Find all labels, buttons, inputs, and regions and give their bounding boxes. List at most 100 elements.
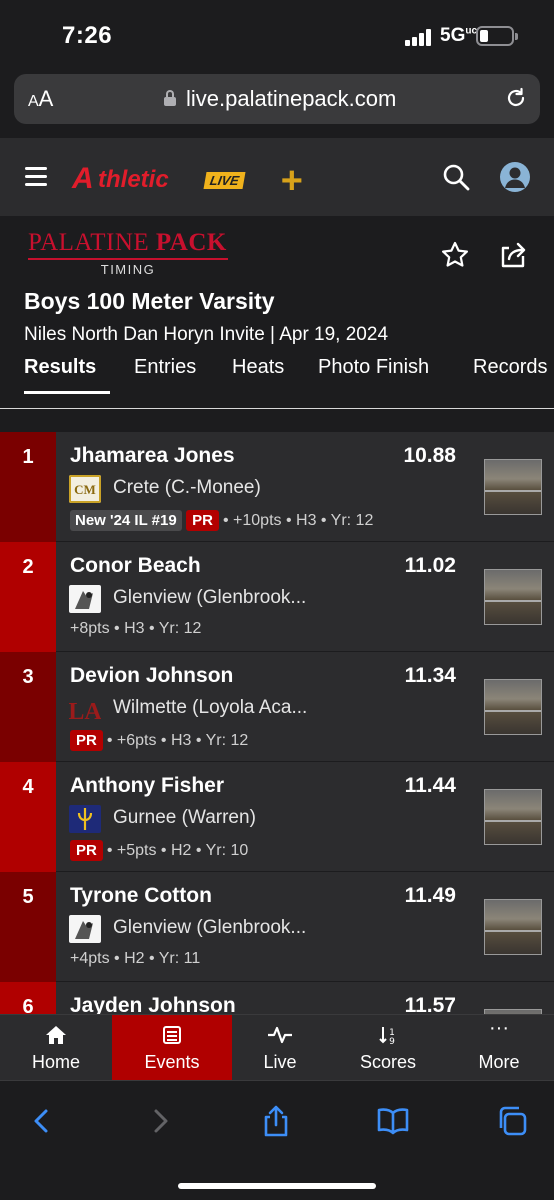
divider [0, 408, 554, 409]
photo-finish-thumbnail[interactable] [484, 459, 542, 515]
result-mark: 10.88 [403, 444, 456, 467]
nav-live[interactable]: Live [224, 1015, 336, 1081]
url-text[interactable]: live.palatinepack.com [186, 86, 396, 112]
athlete-name[interactable]: Anthony Fisher [70, 774, 224, 798]
place-cell: 6 [0, 982, 56, 1014]
athlete-name[interactable]: Conor Beach [70, 554, 201, 578]
user-avatar-icon[interactable] [500, 162, 530, 192]
status-bar: 7:26 5Guc [0, 0, 554, 70]
result-meta: PR • +5pts • H2 • Yr: 10 [70, 840, 248, 861]
result-row[interactable]: 4 Anthony Fisher 11.44 Gurnee (Warren) P… [0, 762, 554, 872]
events-icon [163, 1026, 181, 1044]
more-icon: ··· [489, 1017, 509, 1039]
result-mark: 11.34 [404, 664, 456, 687]
athlete-name[interactable]: Jayden Johnson [70, 994, 236, 1014]
svg-text:LA: LA [69, 699, 101, 723]
event-header: PALATINE PACK TIMING Boys 100 Meter Vars… [0, 216, 554, 409]
lock-icon [164, 90, 176, 106]
home-indicator [178, 1183, 376, 1189]
tab-heats[interactable]: Heats [232, 356, 284, 379]
school-name[interactable]: Glenview (Glenbrook... [113, 917, 306, 939]
home-icon [46, 1026, 66, 1044]
place-cell: 2 [0, 542, 56, 652]
tab-photo-finish[interactable]: Photo Finish [318, 356, 429, 379]
school-name[interactable]: Wilmette (Loyola Aca... [113, 697, 307, 719]
place: 2 [22, 556, 34, 578]
nav-events[interactable]: Events [112, 1015, 232, 1081]
photo-finish-thumbnail[interactable] [484, 789, 542, 845]
place-cell: 1 [0, 432, 56, 542]
result-meta: +8pts • H3 • Yr: 12 [70, 620, 202, 637]
network-label: 5Guc [440, 25, 478, 46]
favorite-star-icon[interactable] [440, 240, 470, 270]
school-logo-icon [69, 585, 101, 613]
svg-text:9: 9 [389, 1037, 395, 1045]
pr-badge: PR [70, 730, 103, 751]
result-row[interactable]: 2 Conor Beach 11.02 Glenview (Glenbrook.… [0, 542, 554, 652]
nav-home[interactable]: Home [0, 1015, 112, 1081]
place: 5 [22, 886, 34, 908]
school-logo-icon [69, 805, 101, 833]
state-rank-badge: New '24 IL #19 [70, 510, 182, 531]
result-row[interactable]: 5 Tyrone Cotton 11.49 Glenview (Glenbroo… [0, 872, 554, 982]
photo-finish-thumbnail[interactable] [484, 899, 542, 955]
place: 1 [22, 446, 34, 468]
bookmarks-icon[interactable] [375, 1103, 411, 1139]
tab-results[interactable]: Results [24, 356, 96, 379]
palatine-pack-logo: PALATINE PACK TIMING [28, 229, 228, 277]
athlete-name[interactable]: Jhamarea Jones [70, 444, 235, 468]
place: 4 [22, 776, 34, 798]
result-mark: 11.49 [404, 884, 456, 907]
nav-scores[interactable]: 19 Scores [332, 1015, 444, 1081]
place: 6 [22, 996, 34, 1014]
pr-badge: PR [70, 840, 103, 861]
place: 3 [22, 666, 34, 688]
text-size-button[interactable]: AA [28, 86, 53, 112]
browser-toolbar [0, 1080, 554, 1200]
bottom-nav: Home Events Live 19 Scores ··· More [0, 1014, 554, 1081]
result-row[interactable]: 1 Jhamarea Jones 10.88 CM Crete (C.-Mone… [0, 432, 554, 542]
plus-logo[interactable]: + [280, 160, 302, 203]
tabs-icon[interactable] [494, 1103, 530, 1139]
battery-icon [476, 26, 518, 46]
school-logo-icon: CM [69, 475, 101, 503]
address-bar[interactable]: AA live.palatinepack.com [14, 74, 540, 124]
reload-icon[interactable] [504, 86, 528, 110]
share-icon[interactable] [497, 238, 529, 270]
tab-records[interactable]: Records [473, 356, 547, 379]
result-meta: New '24 IL #19 PR • +10pts • H3 • Yr: 12 [70, 510, 373, 531]
browser-address-area: AA live.palatinepack.com [0, 70, 554, 138]
svg-text:CM: CM [74, 482, 96, 497]
athlete-name[interactable]: Devion Johnson [70, 664, 233, 688]
result-mark: 11.44 [404, 774, 456, 797]
athlete-name[interactable]: Tyrone Cotton [70, 884, 212, 908]
school-name[interactable]: Glenview (Glenbrook... [113, 587, 306, 609]
result-meta: PR • +6pts • H3 • Yr: 12 [70, 730, 248, 751]
forward-icon[interactable] [142, 1103, 178, 1139]
search-icon[interactable] [442, 163, 470, 191]
scores-icon: 19 [379, 1027, 395, 1045]
nav-more[interactable]: ··· More [444, 1015, 554, 1081]
result-meta: +4pts • H2 • Yr: 11 [70, 950, 201, 967]
school-name[interactable]: Crete (C.-Monee) [113, 477, 261, 499]
back-icon[interactable] [24, 1103, 60, 1139]
photo-finish-thumbnail[interactable] [484, 679, 542, 735]
result-mark: 11.57 [404, 994, 456, 1014]
school-name[interactable]: Gurnee (Warren) [113, 807, 256, 829]
place-cell: 3 [0, 652, 56, 762]
site-header: A thletic LIVE + [0, 138, 554, 216]
tab-entries[interactable]: Entries [134, 356, 196, 379]
place-cell: 4 [0, 762, 56, 872]
menu-icon[interactable] [25, 167, 47, 186]
place-cell: 5 [0, 872, 56, 982]
results-list: 1 Jhamarea Jones 10.88 CM Crete (C.-Mone… [0, 432, 554, 1014]
share-sheet-icon[interactable] [258, 1103, 294, 1139]
tab-active-indicator [24, 391, 110, 394]
school-logo-icon [69, 915, 101, 943]
result-row[interactable]: 6 Jayden Johnson 11.57 [0, 982, 554, 1014]
result-mark: 11.02 [404, 554, 456, 577]
result-row[interactable]: 3 Devion Johnson 11.34 LA Wilmette (Loyo… [0, 652, 554, 762]
signal-icon [405, 28, 435, 46]
live-icon [268, 1026, 292, 1044]
photo-finish-thumbnail[interactable] [484, 569, 542, 625]
